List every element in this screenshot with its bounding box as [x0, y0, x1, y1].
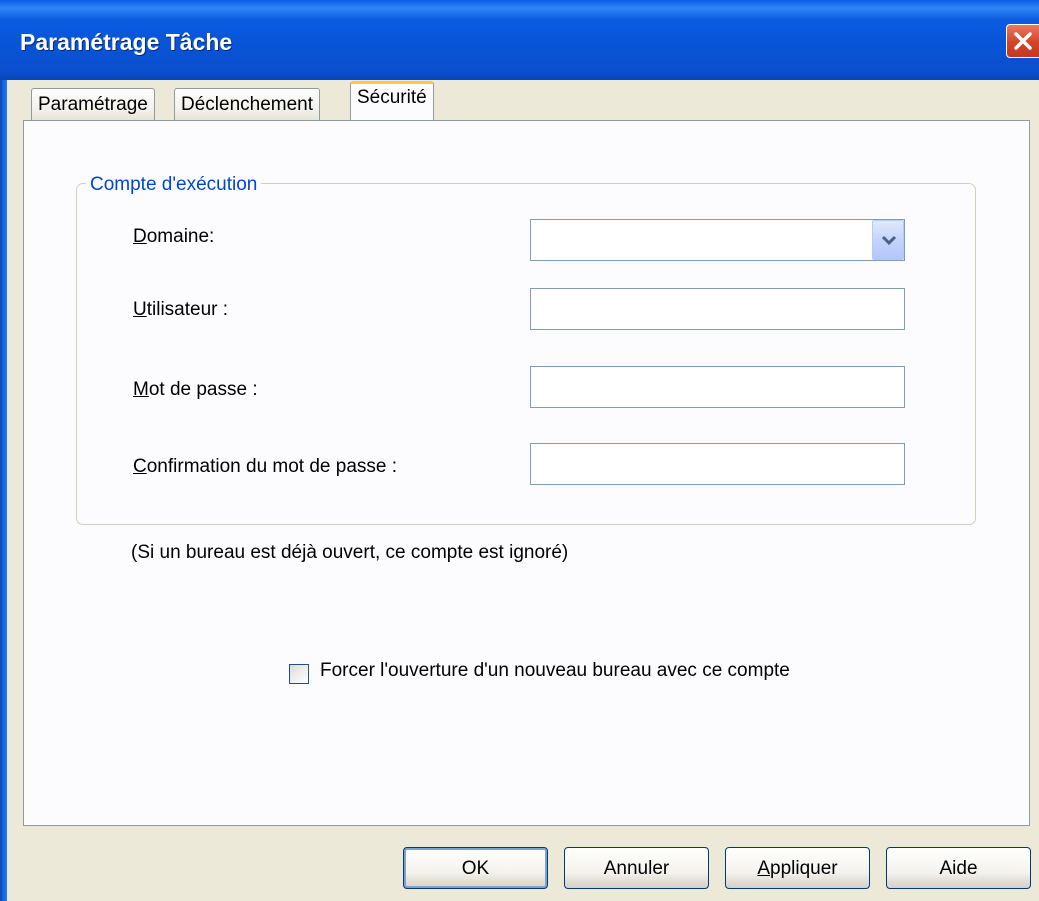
tab-label: Déclenchement	[181, 94, 314, 115]
title-bar[interactable]: Paramétrage Tâche	[0, 0, 1039, 80]
user-field[interactable]	[530, 288, 905, 330]
close-icon	[1014, 32, 1032, 50]
ok-button[interactable]: OK	[403, 847, 548, 889]
dialog-window: Paramétrage Tâche Paramétrage Déclenchem…	[0, 0, 1039, 901]
password-field[interactable]	[530, 366, 905, 408]
tab-label: Paramétrage	[38, 94, 148, 115]
chevron-down-icon	[881, 235, 897, 246]
tab-panel-securite: Compte d'exécution Domaine: Utilisateur …	[23, 120, 1030, 826]
domain-combobox[interactable]	[530, 219, 905, 261]
confirm-password-label: Confirmation du mot de passe :	[133, 456, 398, 477]
window-title: Paramétrage Tâche	[20, 29, 233, 55]
apply-button[interactable]: Appliquer	[725, 847, 870, 889]
confirm-password-field[interactable]	[530, 443, 905, 485]
tab-securite[interactable]: Sécurité	[350, 81, 434, 120]
tab-declenchement[interactable]: Déclenchement	[174, 88, 321, 120]
tab-label: Sécurité	[357, 87, 427, 108]
cancel-button[interactable]: Annuler	[564, 847, 709, 889]
tab-parametrage[interactable]: Paramétrage	[31, 88, 155, 120]
window-frame-left	[0, 80, 7, 901]
domain-dropdown-button[interactable]	[872, 220, 904, 260]
force-desktop-checkbox[interactable]	[289, 664, 309, 684]
account-note: (Si un bureau est déjà ouvert, ce compte…	[131, 542, 569, 563]
force-desktop-label[interactable]: Forcer l'ouverture d'un nouveau bureau a…	[320, 660, 790, 682]
password-label: Mot de passe :	[133, 379, 258, 400]
domain-label: Domaine:	[133, 226, 215, 247]
user-label: Utilisateur :	[133, 299, 229, 320]
account-group-legend: Compte d'exécution	[86, 174, 262, 196]
close-button[interactable]	[1006, 24, 1039, 58]
help-button[interactable]: Aide	[886, 847, 1031, 889]
